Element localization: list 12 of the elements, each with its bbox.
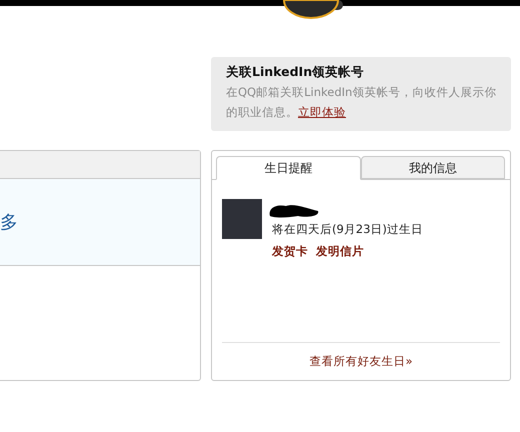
birthday-text: 将在四天后(9月23日)过生日 <box>272 221 423 237</box>
redaction-mark <box>268 202 320 218</box>
action-link[interactable]: 发贺卡 <box>272 243 308 259</box>
tab[interactable]: 生日提醒 <box>216 156 361 180</box>
all-birthdays-link[interactable]: 查看所有好友生日» <box>309 352 413 370</box>
action-link[interactable]: 发明信片 <box>316 243 364 259</box>
promo-title: 关联LinkedIn领英帐号 <box>226 63 366 81</box>
try-now-link[interactable]: 立即体验 <box>298 105 346 119</box>
more-link[interactable]: 多 <box>0 208 18 236</box>
tab[interactable]: 我的信息 <box>361 156 505 179</box>
avatar-photo-placeholder <box>222 199 262 239</box>
promo-description: 在QQ邮箱关联LinkedIn领英帐号，向收件人展示你的职业信息。立即体验 <box>226 84 498 121</box>
